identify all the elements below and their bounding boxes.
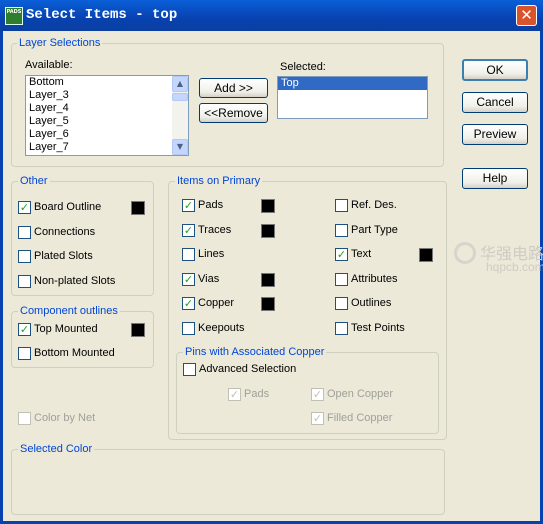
list-item[interactable]: Layer_6: [26, 128, 188, 141]
selected-color-title: Selected Color: [18, 443, 95, 455]
window-frame-left: [0, 31, 3, 524]
test-points-label: Test Points: [351, 321, 405, 334]
part-type-label: Part Type: [351, 223, 398, 236]
vias-checkbox[interactable]: ✓: [182, 272, 195, 286]
outlines-checkbox[interactable]: [335, 297, 348, 310]
list-item[interactable]: Layer_3: [26, 89, 188, 102]
board-outline-label: Board Outline: [34, 201, 102, 213]
connections-label: Connections: [34, 225, 96, 238]
text-checkbox[interactable]: ✓: [335, 248, 348, 261]
attributes-checkbox[interactable]: [335, 272, 348, 286]
plated-slots-checkbox[interactable]: [18, 250, 31, 263]
window-title: Select Items - top: [26, 7, 178, 23]
list-item[interactable]: Layer_7: [26, 141, 188, 154]
attributes-label: Attributes: [351, 272, 398, 285]
text-color-swatch[interactable]: [419, 248, 433, 262]
watermark-logo-icon: [454, 242, 476, 264]
scroll-down-button[interactable]: ▼: [172, 139, 188, 155]
list-item[interactable]: Layer_5: [26, 115, 188, 128]
items-on-primary-title: Items on Primary: [175, 175, 263, 187]
list-item[interactable]: Top: [278, 77, 427, 90]
traces-checkbox[interactable]: ✓: [182, 223, 195, 237]
non-plated-slots-label: Non-plated Slots: [34, 274, 116, 287]
component-outlines-group: [11, 311, 154, 368]
vias-label: Vias: [198, 272, 220, 285]
copper-checkbox[interactable]: ✓: [182, 297, 195, 310]
ref-des-checkbox[interactable]: [335, 199, 348, 212]
close-icon: ✕: [520, 6, 533, 24]
advanced-selection-checkbox[interactable]: [183, 363, 196, 376]
filled-copper-label: Filled Copper: [327, 412, 393, 424]
pins-pads-checkbox[interactable]: ✓: [228, 388, 241, 401]
pins-pads-label: Pads: [244, 388, 270, 400]
lines-label: Lines: [198, 248, 225, 260]
keepouts-label: Keepouts: [198, 321, 245, 334]
filled-copper-checkbox[interactable]: ✓: [311, 412, 324, 425]
available-scrollbar[interactable]: ▲ ▼: [172, 76, 188, 155]
cancel-button[interactable]: Cancel: [462, 92, 528, 113]
selected-list[interactable]: Top: [277, 76, 428, 119]
add-button[interactable]: Add >>: [199, 78, 268, 98]
text-label: Text: [351, 248, 372, 260]
remove-button[interactable]: <<Remove: [199, 103, 268, 123]
selected-color-group: [11, 449, 445, 515]
other-title: Other: [18, 175, 50, 187]
chevron-up-icon: ▲: [176, 79, 184, 88]
list-item[interactable]: Bottom: [26, 76, 188, 89]
ok-button[interactable]: OK: [462, 59, 528, 81]
outlines-label: Outlines: [351, 297, 392, 309]
connections-checkbox[interactable]: [18, 225, 31, 239]
app-icon: PADS: [5, 7, 23, 25]
component-outlines-title: Component outlines: [18, 305, 120, 317]
top-mounted-checkbox[interactable]: ✓: [18, 323, 31, 336]
close-button[interactable]: ✕: [516, 5, 537, 26]
copper-color-swatch[interactable]: [261, 297, 275, 311]
test-points-checkbox[interactable]: [335, 321, 348, 335]
traces-color-swatch[interactable]: [261, 223, 275, 238]
top-mounted-color-swatch[interactable]: [131, 323, 145, 337]
chevron-down-icon: ▼: [176, 142, 184, 151]
bottom-mounted-label: Bottom Mounted: [34, 347, 115, 359]
list-item[interactable]: Layer_4: [26, 102, 188, 115]
pads-label: Pads: [198, 199, 224, 211]
vias-color-swatch[interactable]: [261, 272, 275, 287]
available-list[interactable]: Bottom Layer_3 Layer_4 Layer_5 Layer_6 Layer_…: [25, 75, 189, 156]
title-bar[interactable]: PADS Select Items - top ✕: [0, 0, 543, 31]
non-plated-slots-checkbox[interactable]: [18, 274, 31, 288]
pads-checkbox[interactable]: ✓: [182, 199, 195, 212]
ref-des-label: Ref. Des.: [351, 199, 397, 211]
color-by-net-checkbox[interactable]: [18, 412, 31, 425]
part-type-checkbox[interactable]: [335, 223, 348, 237]
top-mounted-label: Top Mounted: [34, 323, 98, 335]
board-outline-color-swatch[interactable]: [131, 201, 145, 215]
lines-checkbox[interactable]: [182, 248, 195, 261]
color-by-net-label: Color by Net: [34, 412, 96, 424]
preview-button[interactable]: Preview: [462, 124, 528, 145]
pads-color-swatch[interactable]: [261, 199, 275, 213]
plated-slots-label: Plated Slots: [34, 250, 93, 262]
scroll-up-button[interactable]: ▲: [172, 76, 188, 92]
watermark-url: hqpcb.com: [486, 260, 543, 274]
selected-label: Selected:: [280, 61, 326, 73]
open-copper-label: Open Copper: [327, 388, 394, 400]
pins-with-copper-title: Pins with Associated Copper: [183, 346, 327, 358]
scroll-thumb[interactable]: [172, 93, 188, 101]
copper-label: Copper: [198, 297, 235, 309]
advanced-selection-label: Advanced Selection: [199, 363, 297, 375]
help-button[interactable]: Help: [462, 168, 528, 189]
keepouts-checkbox[interactable]: [182, 321, 195, 335]
traces-label: Traces: [198, 223, 232, 236]
open-copper-checkbox[interactable]: ✓: [311, 388, 324, 401]
board-outline-checkbox[interactable]: ✓: [18, 201, 31, 214]
layer-selections-title: Layer Selections: [17, 37, 103, 49]
bottom-mounted-checkbox[interactable]: [18, 347, 31, 360]
available-label: Available:: [25, 59, 73, 71]
